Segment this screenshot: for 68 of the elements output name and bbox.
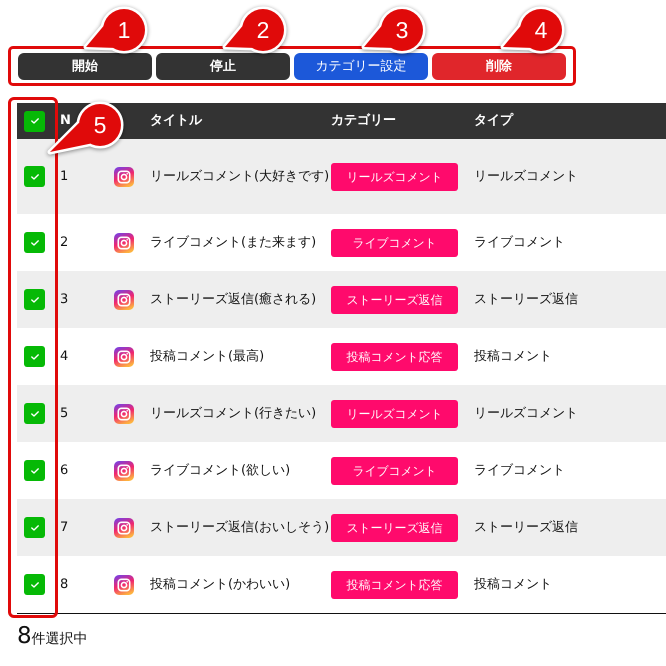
- row-title: 投稿コメント(最高): [150, 348, 264, 364]
- category-tag: 投稿コメント応答: [331, 342, 458, 370]
- row-title: ストーリーズ返信(おいしそう): [150, 520, 330, 535]
- type-text: ライブコメント: [474, 462, 565, 478]
- camera-icon: [114, 460, 134, 480]
- checkbox[interactable]: [24, 574, 45, 595]
- type-text: ストーリーズ返信: [474, 292, 578, 307]
- row-number: 6: [60, 462, 68, 478]
- column-header: タイプ: [474, 113, 513, 128]
- checkbox[interactable]: [24, 110, 45, 132]
- selected-label: 件選択中: [32, 630, 88, 649]
- column-header: カテゴリー: [331, 113, 396, 128]
- check-icon: [30, 524, 38, 530]
- row-number: 2: [60, 234, 68, 250]
- row-title: リールズコメント(行きたい): [150, 406, 316, 421]
- check-icon: [30, 582, 38, 588]
- camera-icon: [114, 518, 134, 538]
- checkbox[interactable]: [24, 403, 45, 424]
- check-icon: [30, 240, 38, 246]
- checkbox[interactable]: [24, 289, 45, 310]
- checkbox[interactable]: [24, 232, 45, 253]
- category-tag: ストーリーズ返信: [331, 514, 458, 542]
- row-title: ライブコメント(欲しい): [150, 462, 290, 478]
- checkbox[interactable]: [24, 166, 45, 187]
- row-title: ライブコメント(また来ます): [150, 234, 316, 250]
- check-icon: [30, 118, 38, 124]
- checkbox[interactable]: [24, 517, 45, 538]
- checkbox[interactable]: [24, 460, 45, 481]
- category-tag: 投稿コメント応答: [331, 570, 458, 598]
- row-number: 7: [60, 520, 68, 535]
- camera-icon: [114, 232, 134, 252]
- row-number: 3: [60, 292, 68, 307]
- row-title: 投稿コメント(かわいい): [150, 576, 290, 592]
- type-text: リールズコメント: [474, 406, 578, 421]
- delete-button[interactable]: 削除: [432, 53, 566, 80]
- category-tag: リールズコメント: [331, 162, 458, 190]
- checkbox[interactable]: [24, 346, 45, 367]
- check-icon: [30, 468, 38, 474]
- action-button[interactable]: 停止: [156, 53, 290, 80]
- category-tag: ライブコメント: [331, 228, 458, 256]
- check-icon: [30, 174, 38, 180]
- camera-icon: [114, 346, 134, 366]
- camera-icon: [114, 574, 134, 594]
- check-icon: [30, 410, 38, 416]
- row-title: ストーリーズ返信(癒される): [150, 292, 316, 307]
- camera-icon: [114, 166, 134, 186]
- type-text: ストーリーズ返信: [474, 520, 578, 535]
- row-number: 5: [60, 406, 68, 421]
- type-text: リールズコメント: [474, 168, 578, 184]
- action-button[interactable]: 開始: [18, 53, 152, 80]
- row-number: 4: [60, 348, 68, 364]
- column-header: タイトル: [150, 113, 202, 128]
- camera-icon: [114, 404, 134, 424]
- camera-icon: [114, 290, 134, 310]
- category-tag: ストーリーズ返信: [331, 286, 458, 314]
- row-number: 8: [60, 576, 68, 592]
- check-icon: [30, 354, 38, 360]
- column-header: N: [60, 113, 71, 128]
- selected-count: 8: [17, 625, 32, 648]
- row-title: リールズコメント(大好きです): [150, 168, 330, 184]
- type-text: 投稿コメント: [474, 576, 552, 592]
- category-tag: ライブコメント: [331, 456, 458, 484]
- type-text: 投稿コメント: [474, 348, 552, 364]
- category-tag: リールズコメント: [331, 400, 458, 428]
- check-icon: [30, 296, 38, 302]
- row-number: 1: [60, 168, 68, 184]
- type-text: ライブコメント: [474, 234, 565, 250]
- category-settings-button[interactable]: カテゴリー設定: [294, 53, 428, 80]
